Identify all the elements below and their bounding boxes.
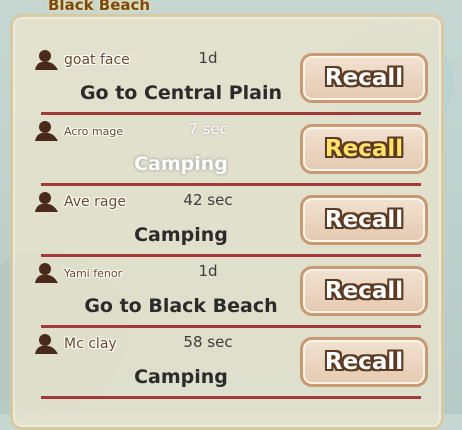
commander-name: Ave rage bbox=[64, 194, 126, 210]
list-item: goat face 1d Go to Central Plain Recall bbox=[13, 27, 441, 115]
row-divider bbox=[41, 396, 421, 399]
commander-info: goat face bbox=[34, 49, 130, 71]
march-timer: 1d bbox=[198, 262, 218, 280]
commander-name: Acro mage bbox=[64, 124, 124, 138]
recall-button[interactable]: Recall bbox=[300, 124, 428, 174]
map-location-label: Black Beach bbox=[48, 0, 151, 14]
commander-silhouette-icon bbox=[35, 263, 58, 283]
march-status: Camping bbox=[134, 366, 228, 388]
march-timer: 7 sec bbox=[188, 120, 228, 138]
march-timer: 1d bbox=[198, 49, 218, 67]
commander-name: Yami fenor bbox=[64, 266, 123, 280]
commander-info: Yami fenor bbox=[34, 262, 122, 284]
list-item: Yami fenor 1d Go to Black Beach Recall bbox=[13, 240, 441, 328]
recall-button[interactable]: Recall bbox=[300, 195, 428, 245]
commander-silhouette-icon bbox=[35, 50, 58, 70]
commander-silhouette-icon bbox=[35, 121, 58, 141]
commander-info: Ave rage bbox=[34, 191, 126, 213]
list-item: Mc clay 58 sec Camping Recall bbox=[13, 311, 441, 399]
commander-name: Mc clay bbox=[64, 336, 117, 352]
commander-info: Acro mage bbox=[34, 120, 123, 142]
march-timer: 58 sec bbox=[183, 333, 233, 351]
commander-name: goat face bbox=[64, 52, 130, 68]
commander-silhouette-icon bbox=[35, 192, 58, 212]
recall-button[interactable]: Recall bbox=[300, 53, 428, 103]
list-item: Ave rage 42 sec Camping Recall bbox=[13, 169, 441, 257]
commander-silhouette-icon bbox=[35, 334, 58, 354]
recall-button[interactable]: Recall bbox=[300, 337, 428, 387]
march-timer: 42 sec bbox=[183, 191, 233, 209]
commander-info: Mc clay bbox=[34, 333, 117, 355]
march-list-panel: goat face 1d Go to Central Plain Recall … bbox=[10, 14, 444, 430]
list-item: Acro mage 7 sec Camping Recall bbox=[13, 98, 441, 186]
recall-button[interactable]: Recall bbox=[300, 266, 428, 316]
